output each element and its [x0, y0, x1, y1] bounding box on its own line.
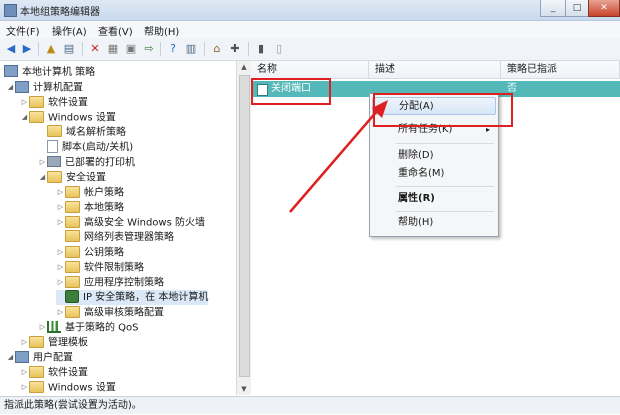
annotation-arrow-shaft	[289, 109, 379, 213]
annotation-arrow	[289, 100, 388, 213]
status-bar: 指派此策略(尝试设置为活动)。	[0, 396, 620, 414]
